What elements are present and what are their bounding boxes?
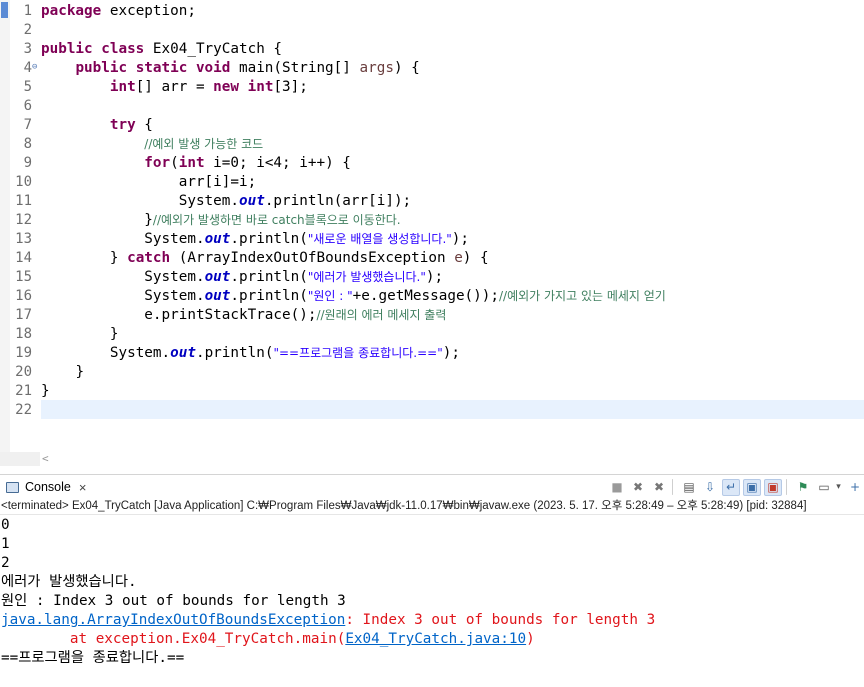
exception-link[interactable]: java.lang.ArrayIndexOutOfBoundsException (1, 612, 345, 628)
line-number-gutter: 1 2 3 4 ⊖ 5 6 7 8 9 10 11 12 13 14 15 16… (10, 0, 40, 452)
toolbar-separator (672, 479, 673, 495)
console-output[interactable]: 0 1 2 에러가 발생했습니다. 원인 : Index 3 out of bo… (0, 516, 864, 687)
line-number: 10 (15, 174, 32, 190)
horizontal-scrollbar[interactable]: < (40, 452, 864, 466)
code-line[interactable]: } catch (ArrayIndexOutOfBoundsException … (41, 249, 489, 268)
code-line[interactable]: try { (41, 116, 153, 135)
line-number: 19 (15, 345, 32, 361)
code-line[interactable]: System.out.println("에러가 발생했습니다."); (41, 268, 443, 287)
line-number: 14 (15, 250, 32, 266)
line-number: 15 (15, 269, 32, 285)
gutter-scroll-corner (0, 452, 40, 466)
console-line: ==프로그램을 종료합니다.== (1, 650, 185, 666)
pin-console-icon[interactable]: ⚑ (794, 479, 812, 496)
code-editor[interactable]: 1 2 3 4 ⊖ 5 6 7 8 9 10 11 12 13 14 15 16… (0, 0, 864, 466)
line-number: 3 (23, 41, 32, 57)
code-line[interactable]: }//예외가 발생하면 바로 catch블록으로 이동한다. (41, 211, 400, 230)
console-line: 1 (1, 536, 10, 552)
new-console-icon[interactable]: + (846, 479, 864, 496)
line-number: 6 (23, 98, 32, 114)
line-number: 13 (15, 231, 32, 247)
tab-console-label: Console (25, 480, 71, 494)
code-line[interactable]: for(int i=0; i<4; i++) { (41, 154, 351, 173)
code-line[interactable]: public class Ex04_TryCatch { (41, 40, 282, 59)
close-tab-icon[interactable]: × (79, 480, 87, 495)
code-line[interactable]: arr[i]=i; (41, 173, 256, 192)
code-line[interactable]: System.out.println("원인 : "+e.getMessage(… (41, 287, 666, 306)
source-location-link[interactable]: Ex04_TryCatch.java:10 (345, 631, 526, 647)
fold-collapse-icon[interactable]: ⊖ (32, 58, 37, 77)
word-wrap-icon[interactable]: ↵ (722, 478, 740, 496)
code-line[interactable]: } (41, 363, 84, 382)
process-status-line: <terminated> Ex04_TryCatch [Java Applica… (0, 498, 864, 515)
code-line[interactable]: //예외 발생 가능한 코드 (41, 135, 263, 154)
line-number: 20 (15, 364, 32, 380)
tab-console[interactable]: Console × (0, 475, 92, 499)
code-line[interactable]: int[] arr = new int[3]; (41, 78, 308, 97)
console-error-line: at exception.Ex04_TryCatch.main(Ex04_Try… (1, 631, 535, 647)
code-line[interactable]: System.out.println(arr[i]); (41, 192, 411, 211)
line-number: 2 (23, 22, 32, 38)
code-line[interactable]: } (41, 382, 50, 401)
code-line[interactable]: System.out.println("새로운 배열을 생성합니다."); (41, 230, 469, 249)
display-console-icon[interactable]: ▭ (815, 479, 833, 496)
line-number: 1 (23, 3, 32, 19)
console-view-tabbar: Console × ■ ✖ ✖ ▤ ⇩ ↵ ▣ ▣ ⚑ ▭ ▾ + (0, 474, 864, 498)
line-number: 4 (23, 60, 32, 76)
line-number: 16 (15, 288, 32, 304)
toolbar-separator (786, 479, 787, 495)
show-on-stdout-icon[interactable]: ▣ (743, 478, 761, 496)
console-line: 0 (1, 517, 10, 533)
console-line: 2 (1, 555, 10, 571)
overview-ruler (0, 0, 10, 452)
ruler-marker (1, 2, 8, 18)
line-number: 17 (15, 307, 32, 323)
line-number: 7 (23, 117, 32, 133)
console-line: 원인 : Index 3 out of bounds for length 3 (1, 593, 346, 609)
console-icon (6, 481, 19, 493)
console-toolbar: ■ ✖ ✖ ▤ ⇩ ↵ ▣ ▣ ⚑ ▭ ▾ + (605, 478, 864, 496)
current-code-line[interactable] (41, 400, 864, 419)
terminate-icon[interactable]: ■ (608, 479, 626, 496)
code-line[interactable]: System.out.println("==프로그램을 종료합니다.=="); (41, 344, 460, 363)
scroll-left-arrow-icon[interactable]: < (42, 452, 49, 465)
scroll-lock-icon[interactable]: ⇩ (701, 479, 719, 496)
remove-all-icon[interactable]: ✖ (650, 479, 668, 496)
code-area[interactable]: package exception; public class Ex04_Try… (41, 0, 864, 452)
line-number: 8 (23, 136, 32, 152)
code-line[interactable]: public static void main(String[] args) { (41, 59, 419, 78)
line-number: 9 (23, 155, 32, 171)
show-on-stderr-icon[interactable]: ▣ (764, 478, 782, 496)
remove-launch-icon[interactable]: ✖ (629, 479, 647, 496)
line-number: 18 (15, 326, 32, 342)
console-line: 에러가 발생했습니다. (1, 574, 137, 590)
line-number: 22 (15, 402, 32, 418)
code-line[interactable]: package exception; (41, 2, 196, 21)
clear-console-icon[interactable]: ▤ (680, 479, 698, 496)
console-error-line: java.lang.ArrayIndexOutOfBoundsException… (1, 612, 656, 628)
line-number: 12 (15, 212, 32, 228)
chevron-down-icon[interactable]: ▾ (834, 479, 843, 496)
line-number: 11 (15, 193, 32, 209)
line-number: 21 (15, 383, 32, 399)
code-line[interactable]: e.printStackTrace();//원래의 에러 메세지 출력 (41, 306, 446, 325)
line-number: 5 (23, 79, 32, 95)
code-line[interactable]: } (41, 325, 119, 344)
